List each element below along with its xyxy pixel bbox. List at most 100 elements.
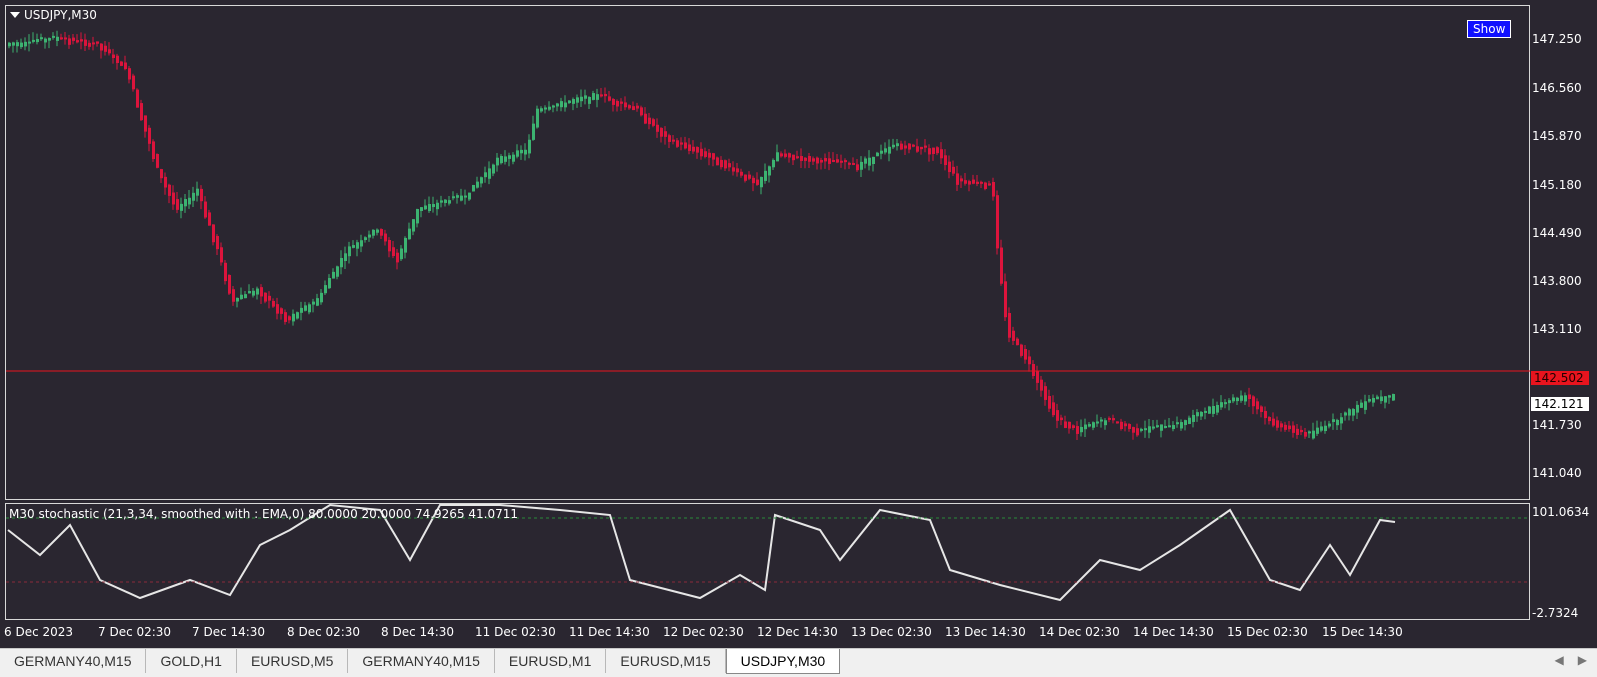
candle-body bbox=[1020, 344, 1023, 356]
current-price-tag: 142.502 bbox=[1531, 371, 1589, 385]
candle-body bbox=[448, 200, 451, 204]
tab-eurusd-m5[interactable]: EURUSD,M5 bbox=[237, 649, 349, 673]
candle-body bbox=[108, 49, 111, 54]
candle-body bbox=[716, 157, 719, 166]
candle-body bbox=[1288, 425, 1291, 430]
candle-body bbox=[652, 119, 655, 126]
candle-body bbox=[1392, 394, 1395, 401]
candle-body bbox=[348, 246, 351, 257]
candle-body bbox=[360, 240, 363, 247]
candle-body bbox=[772, 159, 775, 168]
tab-scroll-right-icon[interactable]: ▶ bbox=[1578, 653, 1587, 667]
candle-body bbox=[1220, 402, 1223, 408]
candle-body bbox=[16, 42, 19, 47]
candle-body bbox=[40, 37, 43, 40]
candle-body bbox=[104, 45, 107, 52]
time-axis-label: 13 Dec 02:30 bbox=[851, 625, 932, 639]
candle-body bbox=[380, 229, 383, 236]
symbol-title[interactable]: USDJPY,M30 bbox=[10, 8, 97, 22]
candle-body bbox=[88, 42, 91, 47]
candle-body bbox=[376, 229, 379, 233]
tab-eurusd-m1[interactable]: EURUSD,M1 bbox=[495, 649, 607, 673]
candle-body bbox=[656, 124, 659, 132]
candle-body bbox=[1340, 417, 1343, 424]
candle-body bbox=[1236, 397, 1239, 402]
tab-scroll-left-icon[interactable]: ◀ bbox=[1555, 653, 1564, 667]
candle-body bbox=[540, 108, 543, 112]
candle-body bbox=[148, 127, 151, 144]
candle-body bbox=[752, 177, 755, 184]
candle-body bbox=[56, 36, 59, 41]
candle-body bbox=[512, 154, 515, 162]
candle-body bbox=[1296, 428, 1299, 435]
candle-body bbox=[828, 158, 831, 164]
candle-body bbox=[748, 174, 751, 179]
candle-body bbox=[816, 157, 819, 164]
candle-body bbox=[216, 236, 219, 250]
candle-body bbox=[76, 40, 79, 43]
candle-body bbox=[1080, 426, 1083, 433]
candle-body bbox=[1156, 425, 1159, 428]
candle-body bbox=[1088, 424, 1091, 427]
tab-germany40-m15[interactable]: GERMANY40,M15 bbox=[0, 649, 147, 673]
candle-body bbox=[188, 197, 191, 205]
candle-body bbox=[548, 106, 551, 110]
candle-body bbox=[1172, 425, 1175, 430]
tab-germany40-m15[interactable]: GERMANY40,M15 bbox=[348, 649, 495, 673]
candle-body bbox=[880, 150, 883, 154]
candle-body bbox=[180, 203, 183, 211]
candle-body bbox=[204, 201, 207, 218]
candle-body bbox=[288, 316, 291, 321]
candle-body bbox=[620, 101, 623, 104]
candle-body bbox=[724, 160, 727, 169]
candle-body bbox=[1304, 431, 1307, 437]
candle-body bbox=[596, 94, 599, 100]
candle-body bbox=[1084, 424, 1087, 430]
candle-body bbox=[396, 252, 399, 263]
candle-body bbox=[1068, 421, 1071, 429]
candle-body bbox=[124, 62, 127, 70]
candle-body bbox=[768, 166, 771, 176]
candle-body bbox=[1364, 401, 1367, 410]
candle-body bbox=[584, 95, 587, 99]
candle-body bbox=[980, 181, 983, 184]
tab-eurusd-m15[interactable]: EURUSD,M15 bbox=[606, 649, 726, 673]
time-axis-label: 15 Dec 02:30 bbox=[1227, 625, 1308, 639]
candle-body bbox=[1352, 409, 1355, 416]
candle-body bbox=[1052, 402, 1055, 416]
candle-body bbox=[144, 115, 147, 132]
candle-body bbox=[688, 144, 691, 151]
price-axis-label: 141.040 bbox=[1532, 466, 1582, 480]
candle-body bbox=[384, 233, 387, 242]
candle-body bbox=[604, 93, 607, 97]
candle-body bbox=[1280, 423, 1283, 428]
candle-body bbox=[504, 156, 507, 162]
candle-body bbox=[840, 160, 843, 163]
candle-body bbox=[192, 192, 195, 201]
candle-body bbox=[820, 159, 823, 163]
candle-body bbox=[632, 106, 635, 111]
candle-body bbox=[472, 185, 475, 192]
candle-body bbox=[1148, 426, 1151, 433]
candle-body bbox=[844, 160, 847, 163]
candle-body bbox=[984, 182, 987, 189]
candle-body bbox=[800, 156, 803, 161]
candle-body bbox=[1244, 395, 1247, 402]
candle-body bbox=[484, 172, 487, 178]
candle-body bbox=[1028, 356, 1031, 365]
candle-body bbox=[764, 170, 767, 181]
candle-body bbox=[224, 262, 227, 282]
show-button[interactable]: Show bbox=[1467, 20, 1512, 38]
chart-canvas[interactable] bbox=[0, 0, 1597, 648]
candle-body bbox=[1104, 420, 1107, 426]
candle-body bbox=[1108, 417, 1111, 420]
dropdown-triangle-icon[interactable] bbox=[10, 12, 20, 18]
tab-gold-h1[interactable]: GOLD,H1 bbox=[146, 649, 237, 673]
candle-body bbox=[300, 307, 303, 313]
candle-body bbox=[1368, 398, 1371, 402]
tab-usdjpy-m30[interactable]: USDJPY,M30 bbox=[725, 649, 841, 674]
candle-body bbox=[336, 266, 339, 277]
candle-body bbox=[208, 212, 211, 226]
candle-body bbox=[120, 61, 123, 66]
candle-body bbox=[848, 162, 851, 165]
